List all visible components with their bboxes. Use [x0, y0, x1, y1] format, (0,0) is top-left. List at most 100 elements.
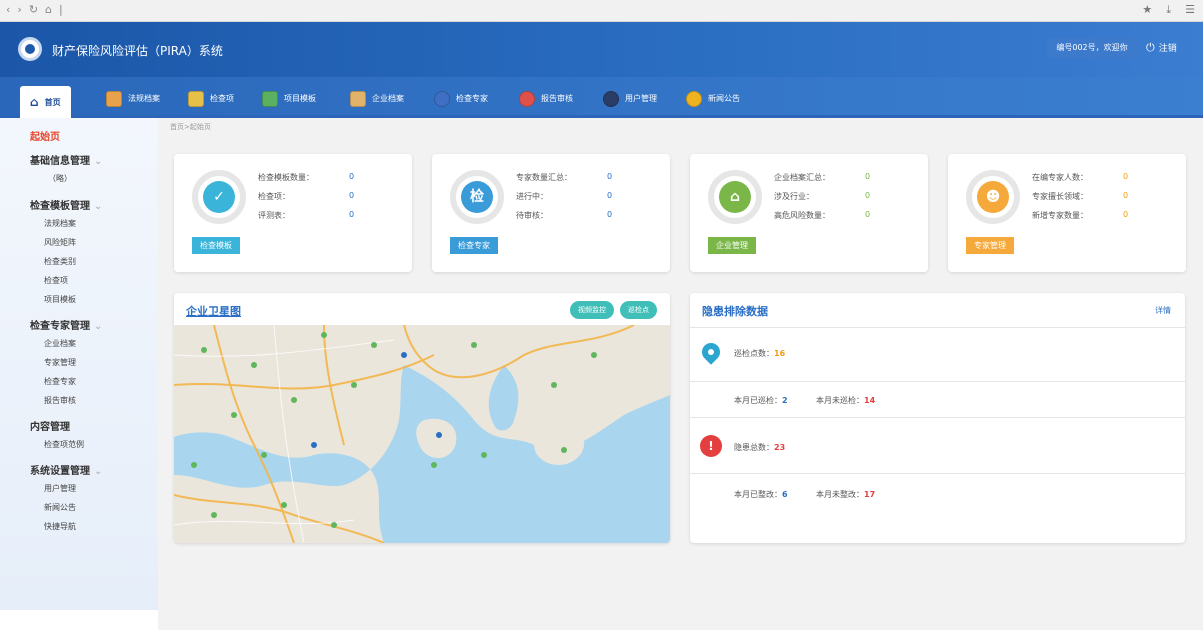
tab-enterprise-files[interactable]: 企业档案 — [350, 85, 404, 112]
divider — [690, 417, 1185, 418]
sidebar-group-system-settings[interactable]: 系统设置管理 ⌄ — [30, 462, 102, 477]
target-icon — [519, 90, 535, 107]
stat-value: 0 — [607, 172, 613, 181]
stat-value: 0 — [607, 210, 613, 219]
tab-check-experts[interactable]: 检查专家 — [434, 85, 488, 112]
hazard-details-link[interactable]: 详情 — [1155, 305, 1171, 316]
back-icon[interactable]: ‹ — [6, 3, 10, 16]
sidebar-item-regulations[interactable]: 法规档案 — [44, 218, 76, 229]
house-icon: ⌂ — [719, 181, 751, 213]
check-experts-button[interactable]: 检查专家 — [450, 237, 498, 254]
forward-icon[interactable]: › — [17, 3, 21, 16]
tab-home[interactable]: ⌂ 首页 — [20, 86, 71, 118]
tab-label: 报告审核 — [541, 94, 573, 103]
check-badge-icon: 检 — [461, 181, 493, 213]
inspection-points-value: 16 — [774, 349, 786, 358]
tab-label: 新闻公告 — [708, 94, 740, 103]
sidebar-item-omitted[interactable]: （略） — [48, 173, 72, 184]
sidebar-item-quick-nav[interactable]: 快捷导航 — [44, 521, 76, 532]
total-hazards-value: 23 — [774, 443, 786, 452]
total-hazards: 隐患总数：23 — [734, 442, 785, 453]
expert-management-button[interactable]: 专家管理 — [966, 237, 1014, 254]
stat-card-templates: ✓ 检查模板 检查模板数量： 0 检查项： 0 评测表： 0 — [174, 154, 412, 272]
menu-icon[interactable]: ☰ — [1185, 3, 1195, 17]
sidebar-group-experts[interactable]: 检查专家管理 ⌄ — [30, 317, 102, 332]
tab-project-templates[interactable]: 项目模板 — [262, 85, 316, 112]
logout-button[interactable]: ⏻ 注销 — [1146, 38, 1177, 58]
sidebar-item-report-review[interactable]: 报告审核 — [44, 395, 76, 406]
sidebar-item-check-experts[interactable]: 检查专家 — [44, 376, 76, 387]
sidebar-item-project-templates[interactable]: 项目模板 — [44, 294, 76, 305]
hazard-title: 隐患排除数据 — [702, 305, 768, 318]
main-content: 首页>起始页 ✓ 检查模板 检查模板数量： 0 检查项： 0 评测表： 0 检 … — [158, 118, 1203, 630]
checklist-icon — [188, 90, 204, 107]
sidebar-group-basic-info[interactable]: 基础信息管理 ⌄ — [30, 152, 102, 167]
group-label: 检查专家管理 — [30, 321, 90, 332]
stat-label: 待审核： — [516, 211, 548, 220]
sidebar: 起始页 基础信息管理 ⌄ （略） 检查模板管理 ⌄ 法规档案 风险矩阵 检查类别 检… — [0, 118, 158, 610]
sidebar-item-expert-management[interactable]: 专家管理 — [44, 357, 76, 368]
user-icon — [603, 90, 619, 107]
group-label: 检查模板管理 — [30, 201, 90, 212]
sidebar-item-enterprise-files[interactable]: 企业档案 — [44, 338, 76, 349]
chevron-down-icon: ⌄ — [94, 321, 103, 332]
sidebar-group-templates[interactable]: 检查模板管理 ⌄ — [30, 197, 102, 212]
inspection-point-button[interactable]: 巡检点 — [620, 301, 657, 319]
stat-value: 0 — [607, 191, 613, 200]
stat-card-expert-management: ☻ 专家管理 在编专家人数： 0 专家擅长领域： 0 新增专家数量： 0 — [948, 154, 1186, 272]
stat-label: 新增专家数量： — [1032, 211, 1088, 220]
tab-report-review[interactable]: 报告审核 — [519, 85, 573, 112]
download-icon[interactable]: ⤓ — [1166, 3, 1171, 17]
inspected-value: 2 — [782, 396, 788, 405]
bookmark-icon[interactable]: ★ — [1142, 3, 1152, 17]
divider — [690, 327, 1185, 328]
chevron-down-icon: ⌄ — [94, 156, 103, 167]
fixed-this-month: 本月已整改：6 — [734, 489, 788, 500]
tab-user-management[interactable]: 用户管理 — [603, 85, 657, 112]
tab-check-items[interactable]: 检查项 — [188, 85, 234, 112]
card-ring: ✓ — [192, 170, 246, 224]
sidebar-item-user-management[interactable]: 用户管理 — [44, 483, 76, 494]
sidebar-item-risk-matrix[interactable]: 风险矩阵 — [44, 237, 76, 248]
inspection-points-label: 巡检点数： — [734, 349, 774, 358]
templates-button[interactable]: 检查模板 — [192, 237, 240, 254]
home-icon[interactable]: ⌂ — [45, 3, 52, 16]
app-root: ‹ › ↻ ⌂ | ★ ⤓ ☰ 财产保险风险评估（PIRA）系统 编号002号，… — [0, 0, 1203, 630]
map-title[interactable]: 企业卫星图 — [186, 303, 241, 319]
folder-icon — [106, 90, 122, 107]
unfixed-this-month: 本月未整改：17 — [816, 489, 875, 500]
sidebar-group-content[interactable]: 内容管理 — [30, 418, 70, 433]
stat-value: 0 — [865, 191, 871, 200]
tab-label: 检查项 — [210, 94, 234, 103]
satellite-map[interactable] — [174, 325, 670, 543]
divider — [690, 381, 1185, 382]
stat-card-enterprise: ⌂ 企业管理 企业档案汇总： 0 涉及行业： 0 高危风险数量： 0 — [690, 154, 928, 272]
inspected-this-month: 本月已巡检：2 — [734, 395, 788, 406]
stat-label: 高危风险数量： — [774, 211, 830, 220]
enterprise-management-button[interactable]: 企业管理 — [708, 237, 756, 254]
sidebar-item-check-items[interactable]: 检查项 — [44, 275, 68, 286]
card-ring: ⌂ — [708, 170, 762, 224]
tab-label: 项目模板 — [284, 94, 316, 103]
stat-value: 0 — [349, 191, 355, 200]
stat-value: 0 — [865, 210, 871, 219]
app-header: 财产保险风险评估（PIRA）系统 编号002号，欢迎你 ⏻ 注销 — [0, 22, 1203, 77]
sidebar-start-page[interactable]: 起始页 — [30, 128, 60, 143]
tab-label: 法规档案 — [128, 94, 160, 103]
power-icon: ⏻ — [1146, 41, 1155, 54]
tab-label: 用户管理 — [625, 94, 657, 103]
address-bar[interactable]: | — [59, 3, 63, 16]
stat-label: 评测表： — [258, 211, 290, 220]
calendar-check-icon: ✓ — [203, 181, 235, 213]
tab-label: 企业档案 — [372, 94, 404, 103]
tab-regulations[interactable]: 法规档案 — [106, 85, 160, 112]
unfixed-label: 本月未整改： — [816, 490, 864, 499]
sidebar-item-check-examples[interactable]: 检查项范例 — [44, 439, 84, 450]
stat-value: 0 — [349, 210, 355, 219]
video-monitor-button[interactable]: 视频监控 — [570, 301, 614, 319]
reload-icon[interactable]: ↻ — [29, 3, 38, 16]
template-icon — [262, 90, 278, 107]
tab-news[interactable]: 新闻公告 — [686, 85, 740, 112]
sidebar-item-news[interactable]: 新闻公告 — [44, 502, 76, 513]
sidebar-item-check-category[interactable]: 检查类别 — [44, 256, 76, 267]
